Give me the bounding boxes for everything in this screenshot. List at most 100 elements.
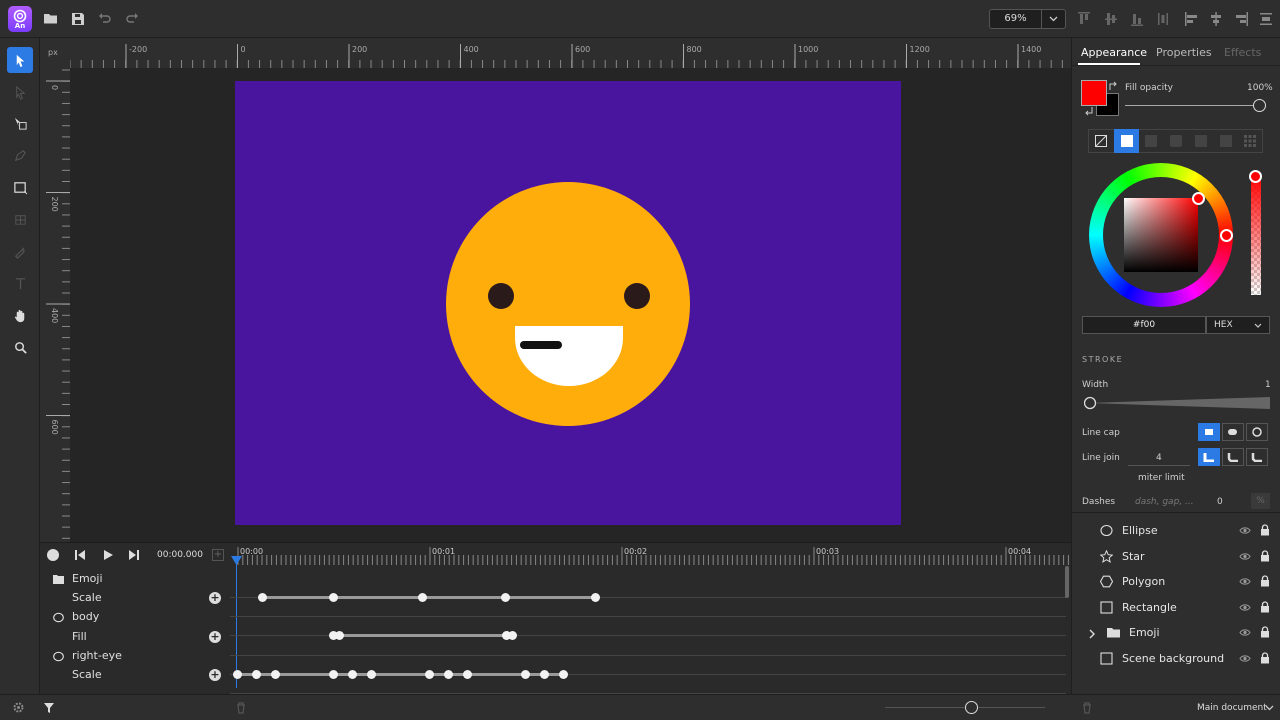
line-join-miter-button[interactable] — [1198, 448, 1220, 466]
timeline-row-label[interactable]: Scale — [72, 668, 102, 681]
hex-input[interactable]: #f00 — [1082, 316, 1206, 334]
keyframe-marker[interactable] — [334, 630, 344, 640]
no-paint-button[interactable] — [1090, 131, 1112, 151]
keyframe-marker[interactable] — [424, 669, 434, 679]
timeline-zoom-thumb[interactable] — [965, 701, 978, 714]
keyframe-span[interactable] — [262, 596, 595, 599]
chevron-right-icon[interactable] — [1089, 629, 1096, 639]
select-tool[interactable] — [7, 47, 33, 73]
keyframe-span[interactable] — [237, 673, 563, 676]
distribute-vertical-icon[interactable] — [1156, 11, 1170, 27]
line-join-bevel-button[interactable] — [1246, 448, 1268, 466]
direct-select-tool[interactable] — [7, 79, 33, 105]
play-icon[interactable] — [102, 549, 114, 561]
keyframe-marker[interactable] — [328, 669, 338, 679]
emoji-body[interactable] — [446, 182, 690, 426]
rectangle-tool[interactable] — [7, 174, 33, 200]
delete-layer-icon[interactable] — [1082, 702, 1092, 714]
lock-icon[interactable] — [1260, 600, 1270, 613]
zoom-tool[interactable] — [7, 334, 33, 360]
layer-item[interactable]: Rectangle — [1072, 595, 1280, 620]
trash-icon[interactable] — [236, 702, 246, 714]
eye-icon[interactable] — [1239, 654, 1251, 663]
line-cap-butt-button[interactable] — [1198, 423, 1220, 441]
lock-icon[interactable] — [1260, 549, 1270, 562]
percent-toggle-button[interactable]: % — [1251, 493, 1270, 509]
linear-gradient-icon[interactable] — [1145, 135, 1157, 147]
keyframe-marker[interactable] — [500, 592, 510, 602]
keyframe-marker[interactable] — [417, 592, 427, 602]
eye-icon[interactable] — [1239, 603, 1251, 612]
emoji-right-eye[interactable] — [624, 283, 650, 309]
add-property-keyframe-button[interactable]: + — [209, 592, 221, 604]
dashes-input[interactable]: dash, gap, ... — [1135, 497, 1194, 507]
keyframe-marker[interactable] — [443, 669, 453, 679]
fill-opacity-track[interactable] — [1125, 105, 1259, 106]
keyframe-marker[interactable] — [257, 592, 267, 602]
eye-icon[interactable] — [1239, 552, 1251, 561]
skip-end-icon[interactable] — [128, 549, 140, 561]
zoom-select[interactable]: 69% — [989, 9, 1066, 29]
distribute-horizontal-icon[interactable] — [1260, 11, 1272, 27]
eyedropper-tool[interactable] — [7, 238, 33, 264]
align-top-icon[interactable] — [1077, 11, 1091, 27]
saturation-value-square[interactable] — [1124, 198, 1198, 272]
eye-icon[interactable] — [1239, 526, 1251, 535]
layer-item[interactable]: Ellipse — [1072, 518, 1280, 543]
save-button[interactable] — [67, 8, 89, 30]
add-keyframe-button[interactable]: + — [212, 549, 224, 561]
radial-gradient-icon[interactable] — [1170, 135, 1182, 147]
timeline-row-label[interactable]: Scale — [72, 591, 102, 604]
timeline-row-label[interactable]: body — [72, 610, 99, 623]
add-property-keyframe-button[interactable]: + — [209, 669, 221, 681]
line-join-round-button[interactable] — [1222, 448, 1244, 466]
undo-button[interactable] — [94, 8, 116, 30]
lock-icon[interactable] — [1260, 651, 1270, 664]
line-cap-round-button[interactable] — [1222, 423, 1244, 441]
3d-tool[interactable] — [7, 206, 33, 232]
timeline-ruler[interactable] — [230, 543, 1070, 568]
align-bottom-icon[interactable] — [1130, 11, 1144, 27]
keyframe-marker[interactable] — [539, 669, 549, 679]
image-grid-icon[interactable] — [1244, 135, 1256, 147]
timeline-scrollbar[interactable] — [1065, 566, 1069, 598]
text-tool[interactable] — [7, 270, 33, 296]
hue-picker-handle[interactable] — [1220, 229, 1233, 242]
miter-limit-value[interactable]: 4 — [1156, 453, 1162, 463]
lock-icon[interactable] — [1260, 626, 1270, 638]
swap-colors-icon[interactable] — [1108, 81, 1119, 92]
keyframe-marker[interactable] — [270, 669, 280, 679]
align-center-icon[interactable] — [1209, 11, 1223, 27]
alpha-handle[interactable] — [1249, 170, 1262, 183]
tab-effects[interactable]: Effects — [1224, 46, 1261, 59]
keyframe-span[interactable] — [333, 634, 512, 637]
fill-swatch[interactable] — [1081, 80, 1107, 106]
record-button[interactable] — [47, 549, 59, 561]
chevron-down-icon[interactable] — [1265, 705, 1274, 711]
lock-icon[interactable] — [1260, 575, 1270, 587]
settings-gear-icon[interactable] — [12, 701, 25, 714]
pattern-icon[interactable] — [1220, 135, 1232, 147]
tab-properties[interactable]: Properties — [1156, 46, 1212, 59]
eye-icon[interactable] — [1239, 577, 1251, 586]
transform-tool[interactable] — [7, 110, 33, 136]
keyframe-marker[interactable] — [366, 669, 376, 679]
timeline-row-label[interactable]: right-eye — [72, 649, 122, 662]
pen-tool[interactable] — [7, 142, 33, 168]
timeline-row-label[interactable]: Emoji — [72, 572, 103, 585]
keyframe-marker[interactable] — [251, 669, 261, 679]
keyframe-marker[interactable] — [328, 592, 338, 602]
reset-colors-icon[interactable] — [1083, 105, 1094, 116]
emoji-left-eye[interactable] — [488, 283, 514, 309]
layer-item[interactable]: Star — [1072, 544, 1280, 569]
keyframe-marker[interactable] — [558, 669, 568, 679]
keyframe-marker[interactable] — [520, 669, 530, 679]
document-selector[interactable]: Main document — [1197, 703, 1267, 713]
layer-item[interactable]: Polygon — [1072, 569, 1280, 594]
keyframe-marker[interactable] — [507, 630, 517, 640]
layer-item[interactable]: Emoji — [1072, 620, 1280, 645]
lock-icon[interactable] — [1260, 524, 1270, 536]
playhead-handle[interactable] — [231, 556, 242, 566]
alpha-slider[interactable] — [1251, 174, 1261, 295]
fill-opacity-thumb[interactable] — [1253, 99, 1266, 112]
